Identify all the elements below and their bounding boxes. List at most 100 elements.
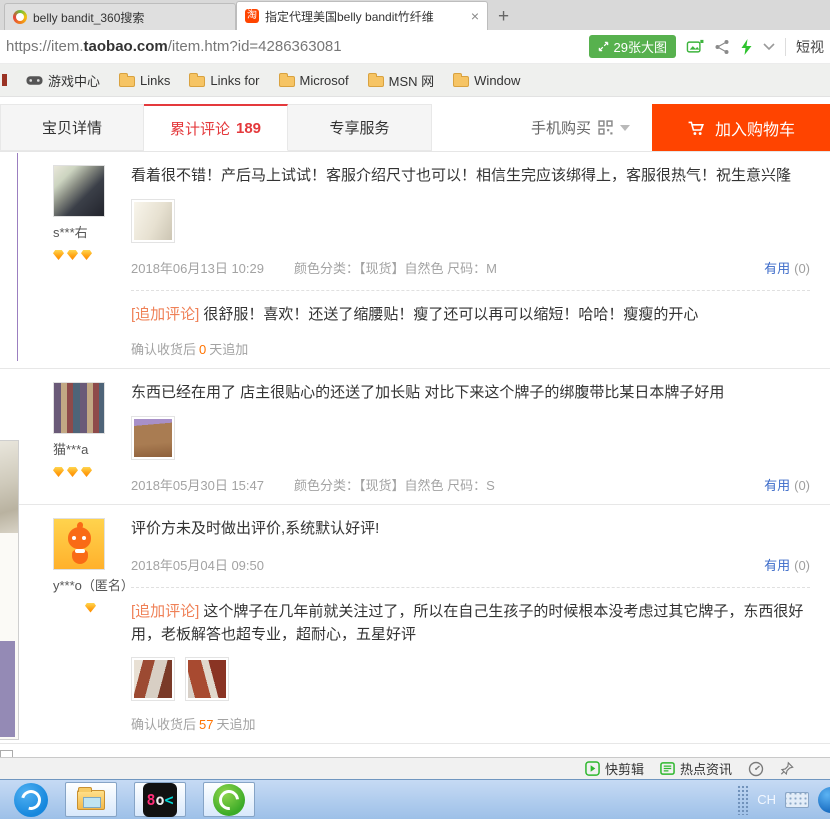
reviewer-column: 猫***a bbox=[53, 382, 131, 494]
useful-control[interactable]: 有用 (0) bbox=[764, 258, 810, 277]
buyer-rating-icons bbox=[53, 600, 131, 618]
useful-count: (0) bbox=[794, 261, 810, 276]
diamond-icon bbox=[81, 250, 92, 260]
gamepad-icon bbox=[26, 74, 43, 86]
bookmark-links[interactable]: Links bbox=[119, 73, 170, 88]
bookmark-microsoft[interactable]: Microsof bbox=[279, 73, 349, 88]
useful-control[interactable]: 有用(0) bbox=[764, 475, 810, 494]
tray-app-icon[interactable] bbox=[818, 787, 830, 813]
share-icon[interactable] bbox=[714, 39, 730, 55]
useful-label: 有用 bbox=[764, 558, 790, 573]
tab-reviews[interactable]: 累计评论 189 bbox=[144, 104, 288, 151]
review-sku: 颜色分类：【现货】自然色 尺码：S bbox=[294, 475, 495, 494]
item-nav-tabs: 宝贝详情 累计评论 189 专享服务 手机购买 加入购物车 bbox=[0, 97, 830, 152]
browser-status-bar: 快剪辑 热点资讯 bbox=[0, 757, 830, 779]
review-item: 猫***a 东西已经在用了 店主很贴心的还送了加长贴 对比下来这个牌子的绑腹带比… bbox=[0, 368, 830, 504]
review-sku: 颜色分类：【现货】自然色 尺码：M bbox=[294, 258, 497, 277]
pin-icon[interactable] bbox=[780, 761, 794, 776]
review-photo-thumbnail[interactable] bbox=[131, 657, 175, 701]
useful-count: (0) bbox=[794, 478, 810, 493]
browser-tab-taobao-item[interactable]: 淘 指定代理美国belly bandit竹纤维 × bbox=[236, 1, 488, 30]
taskbar-file-explorer-button[interactable] bbox=[65, 782, 117, 817]
bookmark-game-center[interactable]: 游戏中心 bbox=[26, 71, 100, 90]
side-scrollbar-thumb[interactable] bbox=[0, 641, 15, 737]
hot-news-button[interactable]: 热点资讯 bbox=[660, 759, 732, 778]
diamond-icon bbox=[67, 250, 78, 260]
diamond-icon bbox=[81, 467, 92, 477]
reviewer-name: s***右 bbox=[53, 222, 131, 241]
keyboard-icon[interactable] bbox=[785, 792, 809, 808]
after-suffix: 天追加 bbox=[209, 342, 248, 357]
diamond-icon bbox=[53, 250, 64, 260]
bookmark-label: Links for bbox=[210, 73, 259, 88]
qr-code-icon bbox=[598, 120, 613, 135]
append-after-days: 确认收货后0天追加 bbox=[131, 339, 810, 358]
bookmark-msn[interactable]: MSN 网 bbox=[368, 71, 435, 90]
360-search-favicon-icon bbox=[13, 10, 27, 24]
add-to-cart-button[interactable]: 加入购物车 bbox=[652, 104, 830, 151]
language-indicator[interactable]: CH bbox=[757, 792, 776, 807]
review-photos bbox=[131, 199, 810, 243]
avatar-anonymous-mascot bbox=[53, 518, 105, 570]
taskbar-media-app-button[interactable]: 8o< bbox=[134, 782, 186, 817]
bookmark-links-for[interactable]: Links for bbox=[189, 73, 259, 88]
chevron-down-icon[interactable] bbox=[763, 43, 775, 51]
folder-icon bbox=[368, 76, 384, 87]
reviews-panel: s***右 看着很不错！产后马上试试！客服介绍尺寸也可以！相信生完应该绑得上，客… bbox=[0, 152, 830, 757]
reviewer-column: y***o（匿名） bbox=[53, 518, 131, 734]
add-to-cart-label: 加入购物车 bbox=[715, 116, 795, 140]
big-images-label: 29张大图 bbox=[614, 37, 667, 56]
review-meta-row: 2018年05月30日 15:47 颜色分类：【现货】自然色 尺码：S 有用(0… bbox=[131, 475, 810, 494]
review-text: 东西已经在用了 店主很贴心的还送了加长贴 对比下来这个牌子的绑腹带比某日本牌子好… bbox=[131, 382, 810, 405]
big-images-button[interactable]: 29张大图 bbox=[589, 35, 676, 58]
taskbar-360-browser-button[interactable] bbox=[203, 782, 255, 817]
taskbar-360-safe-icon[interactable] bbox=[14, 783, 48, 817]
useful-count: (0) bbox=[794, 558, 810, 573]
speed-gauge-icon[interactable] bbox=[748, 761, 764, 777]
close-tab-icon[interactable]: × bbox=[471, 8, 479, 24]
url-field[interactable]: https://item.taobao.com/item.htm?id=4286… bbox=[6, 38, 342, 55]
review-date: 2018年06月13日 10:29 bbox=[131, 258, 264, 277]
taobao-favicon-icon: 淘 bbox=[245, 9, 259, 23]
useful-label: 有用 bbox=[764, 261, 790, 276]
review-item: s***右 看着很不错！产后马上试试！客服介绍尺寸也可以！相信生完应该绑得上，客… bbox=[0, 152, 830, 368]
folder-icon bbox=[189, 76, 205, 87]
useful-control[interactable]: 有用 (0) bbox=[764, 555, 810, 574]
tab-title: 指定代理美国belly bandit竹纤维 bbox=[265, 8, 465, 25]
quick-editor-button[interactable]: 快剪辑 bbox=[585, 759, 644, 778]
review-text: 评价方未及时做出评价,系统默认好评! bbox=[131, 518, 810, 541]
review-meta-row: 2018年06月13日 10:29 颜色分类：【现货】自然色 尺码：M 有用 (0… bbox=[131, 258, 810, 277]
360-browser-icon bbox=[213, 784, 245, 816]
reviewer-name: y***o（匿名） bbox=[53, 575, 131, 594]
tab-exclusive-services[interactable]: 专享服务 bbox=[288, 104, 432, 151]
review-body: 评价方未及时做出评价,系统默认好评! 2018年05月04日 09:50 有用(… bbox=[131, 518, 810, 734]
address-bar-actions: 29张大图 短视 bbox=[589, 35, 824, 58]
review-photo-thumbnail[interactable] bbox=[185, 657, 229, 701]
side-panel-image bbox=[0, 441, 18, 533]
system-tray: CH bbox=[737, 785, 830, 815]
folder-icon bbox=[119, 76, 135, 87]
taskbar-grip-handle[interactable] bbox=[737, 785, 748, 815]
folder-icon bbox=[77, 790, 105, 810]
after-days-number: 0 bbox=[199, 342, 206, 357]
review-item: y***o（匿名） 评价方未及时做出评价,系统默认好评! 2018年05月04日… bbox=[0, 504, 830, 744]
new-tab-button[interactable]: + bbox=[488, 6, 519, 30]
tab-item-details[interactable]: 宝贝详情 bbox=[0, 104, 144, 151]
browser-tab-search[interactable]: belly bandit_360搜索 bbox=[4, 3, 236, 30]
review-photo-thumbnail[interactable] bbox=[131, 199, 175, 243]
short-video-label[interactable]: 短视 bbox=[796, 37, 824, 57]
side-panel-box bbox=[0, 750, 13, 757]
review-meta-row: 2018年05月04日 09:50 有用(0) bbox=[131, 555, 810, 574]
review-body: 东西已经在用了 店主很贴心的还送了加长贴 对比下来这个牌子的绑腹带比某日本牌子好… bbox=[131, 382, 810, 494]
snapshot-icon[interactable] bbox=[686, 39, 704, 55]
review-photo-thumbnail[interactable] bbox=[131, 416, 175, 460]
lightning-icon[interactable] bbox=[740, 39, 753, 55]
avatar bbox=[53, 165, 105, 217]
bookmark-windows[interactable]: Window bbox=[453, 73, 520, 88]
tab-title: belly bandit_360搜索 bbox=[33, 9, 227, 26]
mobile-buy-control[interactable]: 手机购买 bbox=[531, 104, 630, 151]
avatar bbox=[53, 382, 105, 434]
bookmark-label: MSN 网 bbox=[389, 71, 435, 90]
folder-icon bbox=[453, 76, 469, 87]
folder-icon bbox=[279, 76, 295, 87]
